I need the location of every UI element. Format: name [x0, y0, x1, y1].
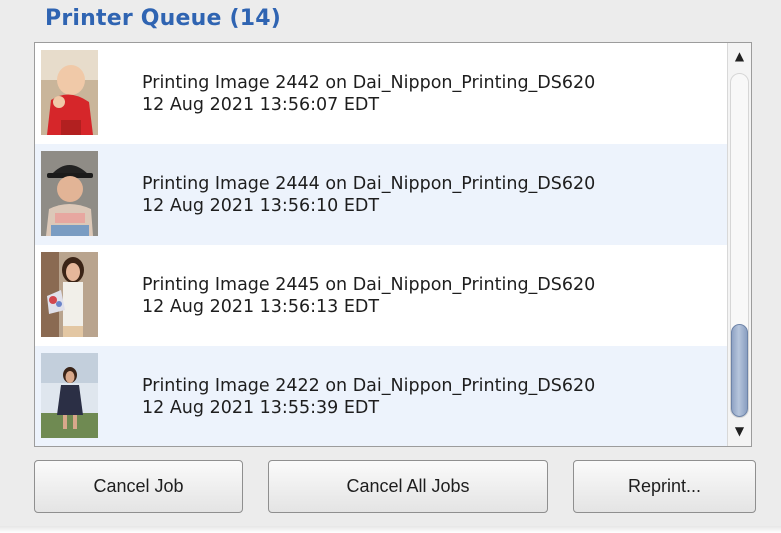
job-timestamp: 12 Aug 2021 13:56:13 EDT [142, 297, 380, 317]
reprint-button[interactable]: Reprint... [573, 460, 756, 513]
scroll-track[interactable] [730, 73, 749, 418]
queue-item[interactable]: Printing Image 2442 on Dai_Nippon_Printi… [35, 43, 727, 144]
panel-title: Printer Queue (14) [45, 6, 281, 31]
job-timestamp: 12 Aug 2021 13:55:39 EDT [142, 398, 380, 418]
cancel-job-button[interactable]: Cancel Job [34, 460, 243, 513]
queue-item[interactable]: Printing Image 2444 on Dai_Nippon_Printi… [35, 144, 727, 245]
cancel-all-jobs-button[interactable]: Cancel All Jobs [268, 460, 548, 513]
queue-rows: Printing Image 2442 on Dai_Nippon_Printi… [35, 43, 727, 446]
job-timestamp: 12 Aug 2021 13:56:07 EDT [142, 95, 380, 115]
job-title: Printing Image 2445 on Dai_Nippon_Printi… [142, 275, 596, 295]
printer-queue-list[interactable]: Printing Image 2442 on Dai_Nippon_Printi… [34, 42, 752, 447]
window-bottom-edge [0, 526, 781, 533]
photo-thumbnail-icon [41, 252, 98, 337]
queue-item[interactable]: Printing Image 2445 on Dai_Nippon_Printi… [35, 245, 727, 346]
job-title: Printing Image 2444 on Dai_Nippon_Printi… [142, 174, 596, 194]
scroll-down-arrow-icon[interactable]: ▼ [728, 420, 751, 442]
queue-item[interactable]: Printing Image 2422 on Dai_Nippon_Printi… [35, 346, 727, 446]
job-title: Printing Image 2422 on Dai_Nippon_Printi… [142, 376, 596, 396]
scroll-up-arrow-icon[interactable]: ▲ [728, 45, 751, 67]
photo-thumbnail-icon [41, 151, 98, 236]
photo-thumbnail-icon [41, 50, 98, 135]
job-timestamp: 12 Aug 2021 13:56:10 EDT [142, 196, 380, 216]
vertical-scrollbar[interactable]: ▲ ▼ [727, 43, 751, 446]
scroll-thumb[interactable] [731, 324, 748, 417]
job-title: Printing Image 2442 on Dai_Nippon_Printi… [142, 73, 596, 93]
photo-thumbnail-icon [41, 353, 98, 438]
